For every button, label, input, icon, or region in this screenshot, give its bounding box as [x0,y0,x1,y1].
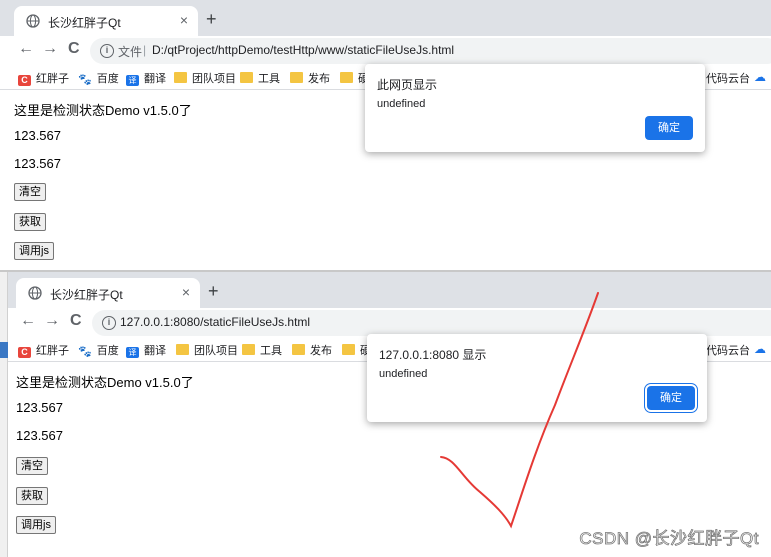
get-button[interactable]: 获取 [14,213,46,231]
new-tab-button[interactable]: + [206,10,217,28]
value-line-2: 123.567 [14,156,61,171]
bookmark-item[interactable]: 代码云台 [706,70,750,86]
tab-close-icon[interactable]: × [180,12,188,28]
reload-icon[interactable]: C [68,40,80,58]
folder-icon [340,72,353,83]
bookmark-item[interactable]: 工具 [240,70,280,86]
bookmark-item[interactable]: 译翻译 [126,342,166,358]
bookmark-item[interactable]: 发布 [292,342,332,358]
tab-title: 长沙红胖子Qt [48,16,121,30]
call-js-button[interactable]: 调用js [16,516,56,534]
bookmark-item[interactable]: 发布 [290,70,330,86]
translate-icon: 译 [126,75,139,86]
page-heading: 这里是检测状态Demo v1.5.0了 [16,375,194,390]
folder-icon [292,344,305,355]
browser-window-file: 长沙红胖子Qt × + ← → C i 文件 | D:/qtProject/ht… [0,0,771,272]
dialog-title: 127.0.0.1:8080 显示 [379,348,487,362]
clear-button[interactable]: 清空 [16,457,48,475]
clear-button[interactable]: 清空 [14,183,46,201]
bookmark-item[interactable]: 团队项目 [176,342,238,358]
cloud-icon: ☁ [754,342,766,356]
browser-window-http: 长沙红胖子Qt × + ← → C i 127.0.0.1:8080/stati… [0,270,771,557]
info-icon[interactable]: i [100,44,114,58]
csdn-icon: C [18,75,31,86]
translate-icon: 译 [126,347,139,358]
cloud-icon: ☁ [754,70,766,84]
bookmark-item[interactable]: 团队项目 [174,70,236,86]
folder-icon [342,344,355,355]
baidu-paw-icon: 🐾 [78,346,92,358]
value-line-1: 123.567 [16,400,63,415]
alert-dialog: 127.0.0.1:8080 显示 undefined 确定 [367,334,707,422]
folder-icon [174,72,187,83]
address-bar[interactable]: i 127.0.0.1:8080/staticFileUseJs.html [92,310,771,336]
bookmark-item[interactable]: C 红胖子 [18,342,69,358]
file-label: 文件 [118,45,143,59]
browser-tab[interactable]: 长沙红胖子Qt × [14,6,198,36]
bookmark-item[interactable]: 译翻译 [126,70,166,86]
back-icon[interactable]: ← [20,312,36,330]
page-heading: 这里是检测状态Demo v1.5.0了 [14,103,192,118]
baidu-paw-icon: 🐾 [78,74,92,86]
get-button[interactable]: 获取 [16,487,48,505]
address-bar[interactable]: i 文件 | D:/qtProject/httpDemo/testHttp/ww… [90,38,771,64]
browser-tab[interactable]: 长沙红胖子Qt × [16,278,200,308]
ok-button[interactable]: 确定 [645,116,693,140]
folder-icon [242,344,255,355]
globe-icon [28,286,42,300]
folder-icon [176,344,189,355]
address-separator: | [143,43,147,57]
bookmark-item[interactable]: 工具 [242,342,282,358]
bookmark-item[interactable]: 代码云台 [706,342,750,358]
info-icon[interactable]: i [102,316,116,330]
value-line-1: 123.567 [14,128,61,143]
tab-close-icon[interactable]: × [182,284,190,300]
toolbar: ← → C i 文件 | D:/qtProject/httpDemo/testH… [0,36,771,66]
dialog-title: 此网页显示 [377,78,438,92]
call-js-button[interactable]: 调用js [14,242,54,260]
ok-button[interactable]: 确定 [647,386,695,410]
new-tab-button[interactable]: + [208,282,219,300]
folder-icon [290,72,303,83]
alert-dialog: 此网页显示 undefined 确定 [365,64,705,152]
watermark: CSDN @长沙红胖子Qt [579,529,759,549]
value-line-2: 123.567 [16,428,63,443]
forward-icon[interactable]: → [42,40,58,58]
reload-icon[interactable]: C [70,312,82,330]
forward-icon[interactable]: → [44,312,60,330]
url-text[interactable]: 127.0.0.1:8080/staticFileUseJs.html [120,315,310,329]
bookmark-item[interactable]: 🐾 百度 [78,342,119,358]
tab-strip: 长沙红胖子Qt × + [8,272,771,308]
dialog-message: undefined [379,368,428,380]
bookmark-item[interactable]: 🐾 百度 [78,70,119,86]
url-text[interactable]: D:/qtProject/httpDemo/testHttp/www/stati… [152,43,454,57]
tab-strip: 长沙红胖子Qt × + [0,0,771,36]
background-window-edge [0,272,8,557]
csdn-icon: C [18,347,31,358]
back-icon[interactable]: ← [18,40,34,58]
bookmark-item[interactable]: C 红胖子 [18,70,69,86]
globe-icon [26,14,40,28]
dialog-message: undefined [377,98,426,110]
tab-title: 长沙红胖子Qt [50,288,123,302]
folder-icon [240,72,253,83]
